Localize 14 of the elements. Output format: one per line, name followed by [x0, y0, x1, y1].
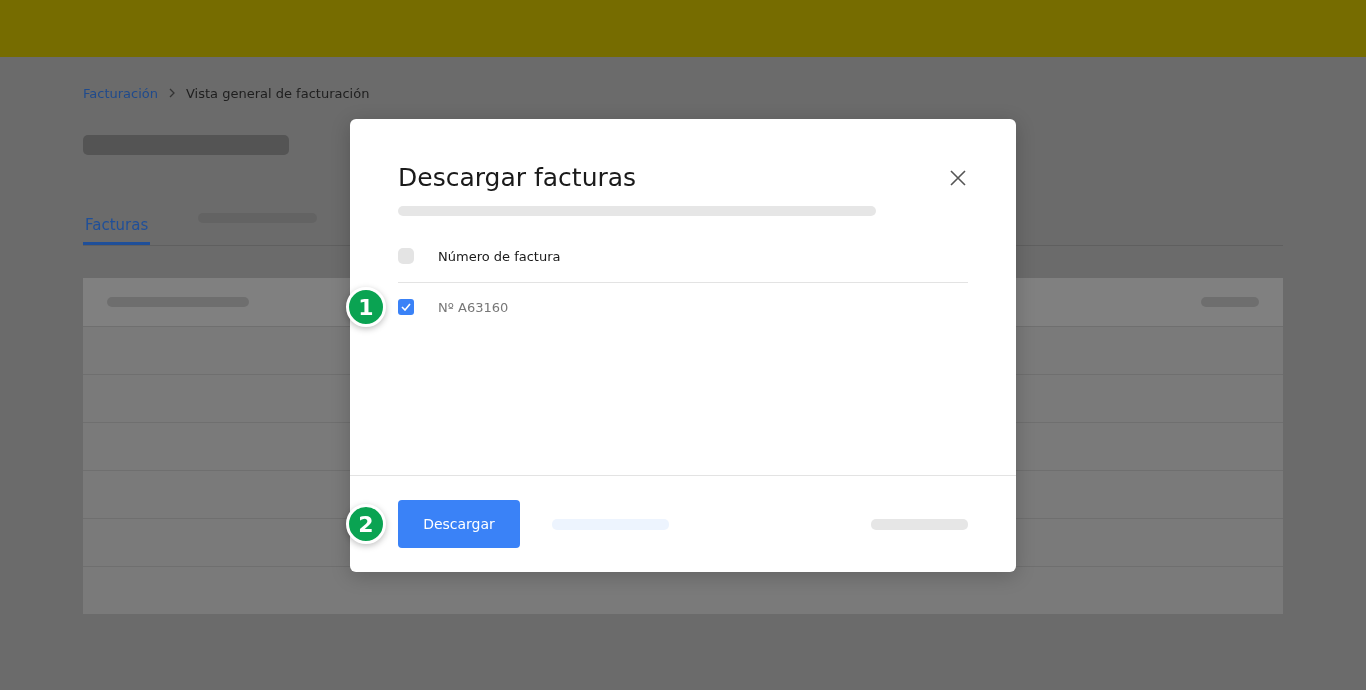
- checkbox[interactable]: [398, 299, 414, 315]
- breadcrumb-link[interactable]: Facturación: [83, 85, 158, 101]
- tab[interactable]: Facturas: [83, 200, 151, 245]
- step-badge: 1: [346, 287, 386, 327]
- column-header: Número de factura: [438, 248, 561, 264]
- check-icon: [401, 303, 411, 311]
- download-button[interactable]: Descargar: [398, 500, 520, 548]
- checkbox[interactable]: [398, 248, 414, 264]
- dialog-title: Descargar facturas: [398, 163, 637, 192]
- step-badge: 2: [346, 504, 386, 544]
- chevron-right-icon: [168, 88, 176, 98]
- breadcrumb-current: Vista general de facturación: [186, 85, 370, 101]
- invoice-number: Nº A63160: [438, 299, 509, 315]
- close-icon[interactable]: [948, 167, 968, 188]
